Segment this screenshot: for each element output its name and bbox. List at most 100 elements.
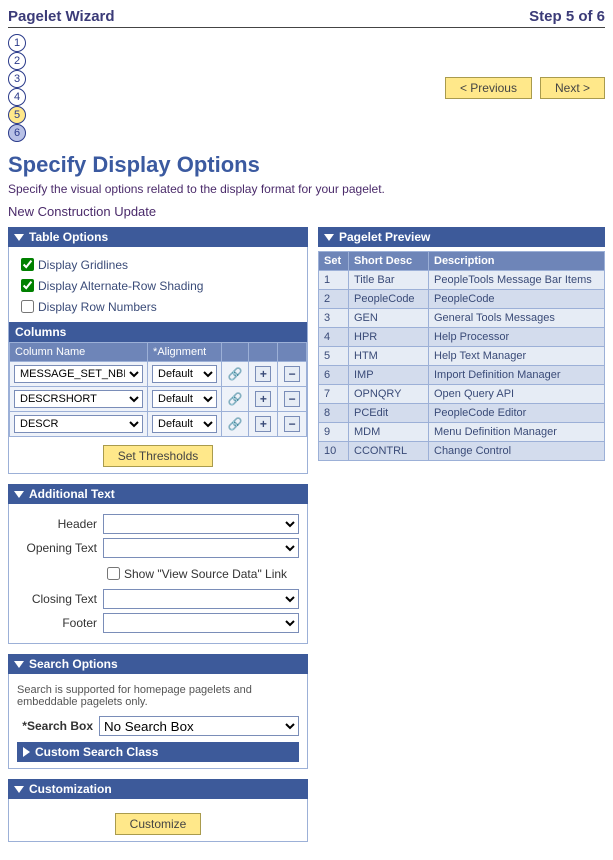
preview-cell-desc: Open Query API: [429, 385, 605, 404]
custom-search-class-label: Custom Search Class: [35, 745, 158, 759]
display-altrow-checkbox[interactable]: [21, 279, 34, 292]
preview-row: 3GENGeneral Tools Messages: [319, 309, 605, 328]
footer-select[interactable]: [103, 613, 299, 633]
search-options-heading: Search Options: [29, 657, 118, 671]
preview-col-short[interactable]: Short Desc: [349, 252, 429, 271]
preview-cell-short: OPNQRY: [349, 385, 429, 404]
footer-label: Footer: [17, 616, 97, 630]
display-gridlines-row[interactable]: Display Gridlines: [17, 255, 299, 274]
preview-table: Set Short Desc Description 1Title BarPeo…: [318, 251, 605, 461]
preview-cell-desc: Menu Definition Manager: [429, 423, 605, 442]
preview-cell-short: CCONTRL: [349, 442, 429, 461]
preview-cell-set: 6: [319, 366, 349, 385]
preview-col-desc[interactable]: Description: [429, 252, 605, 271]
add-row-button[interactable]: +: [255, 391, 271, 407]
next-button[interactable]: Next >: [540, 77, 605, 99]
delete-row-button[interactable]: −: [284, 391, 300, 407]
preview-row: 9MDMMenu Definition Manager: [319, 423, 605, 442]
pagelet-preview-header[interactable]: Pagelet Preview: [318, 227, 605, 247]
preview-row: 6IMPImport Definition Manager: [319, 366, 605, 385]
column-name-header[interactable]: Column Name: [10, 343, 148, 362]
preview-cell-desc: Change Control: [429, 442, 605, 461]
header-label: Header: [17, 517, 97, 531]
column-row: MESSAGE_SET_NBR Default 🔗 +−: [10, 362, 307, 387]
preview-cell-short: PCEdit: [349, 404, 429, 423]
column-name-select[interactable]: DESCR: [14, 415, 143, 433]
previous-button[interactable]: < Previous: [445, 77, 532, 99]
search-options-header[interactable]: Search Options: [8, 654, 308, 674]
column-name-select[interactable]: MESSAGE_SET_NBR: [14, 365, 143, 383]
delete-row-button[interactable]: −: [284, 416, 300, 432]
preview-row: 1Title BarPeopleTools Message Bar Items: [319, 271, 605, 290]
preview-cell-short: Title Bar: [349, 271, 429, 290]
display-gridlines-checkbox[interactable]: [21, 258, 34, 271]
header-select[interactable]: [103, 514, 299, 534]
additional-text-header[interactable]: Additional Text: [8, 484, 308, 504]
display-altrow-row[interactable]: Display Alternate-Row Shading: [17, 276, 299, 295]
preview-row: 4HPRHelp Processor: [319, 328, 605, 347]
del-col-header: [278, 343, 307, 362]
table-options-header[interactable]: Table Options: [8, 227, 308, 247]
set-thresholds-button[interactable]: Set Thresholds: [103, 445, 214, 467]
custom-search-class-bar[interactable]: Custom Search Class: [17, 742, 299, 762]
preview-cell-desc: Help Text Manager: [429, 347, 605, 366]
alignment-select[interactable]: Default: [152, 415, 217, 433]
link-icon[interactable]: 🔗: [228, 367, 243, 381]
columns-heading: Columns: [9, 322, 307, 342]
preview-cell-desc: General Tools Messages: [429, 309, 605, 328]
preview-cell-desc: Import Definition Manager: [429, 366, 605, 385]
preview-cell-set: 8: [319, 404, 349, 423]
customize-button[interactable]: Customize: [115, 813, 202, 835]
table-options-heading: Table Options: [29, 230, 108, 244]
preview-cell-short: PeopleCode: [349, 290, 429, 309]
alignment-header[interactable]: *Alignment: [148, 343, 222, 362]
customization-header[interactable]: Customization: [8, 779, 308, 799]
add-row-button[interactable]: +: [255, 416, 271, 432]
preview-cell-short: HPR: [349, 328, 429, 347]
search-box-select[interactable]: No Search Box: [99, 716, 299, 736]
add-row-button[interactable]: +: [255, 366, 271, 382]
wizard-step-4[interactable]: 4: [8, 88, 26, 106]
columns-grid: Column Name *Alignment MESSAGE_SET_NBR De…: [9, 342, 307, 437]
preview-row: 2PeopleCodePeopleCode: [319, 290, 605, 309]
display-rownum-checkbox[interactable]: [21, 300, 34, 313]
additional-text-heading: Additional Text: [29, 487, 115, 501]
link-col-header: [221, 343, 249, 362]
opening-text-select[interactable]: [103, 538, 299, 558]
link-icon[interactable]: 🔗: [228, 417, 243, 431]
alignment-select[interactable]: Default: [152, 390, 217, 408]
page-subtitle: New Construction Update: [8, 204, 156, 219]
preview-row: 10CCONTRLChange Control: [319, 442, 605, 461]
wizard-step-2[interactable]: 2: [8, 52, 26, 70]
add-col-header: [249, 343, 278, 362]
display-rownum-row[interactable]: Display Row Numbers: [17, 297, 299, 316]
show-view-source-checkbox[interactable]: [107, 567, 120, 580]
preview-cell-set: 5: [319, 347, 349, 366]
preview-cell-set: 4: [319, 328, 349, 347]
preview-cell-desc: PeopleCode Editor: [429, 404, 605, 423]
wizard-step-1[interactable]: 1: [8, 34, 26, 52]
column-row: DESCRSHORT Default 🔗 +−: [10, 387, 307, 412]
preview-col-set[interactable]: Set: [319, 252, 349, 271]
delete-row-button[interactable]: −: [284, 366, 300, 382]
preview-row: 5HTMHelp Text Manager: [319, 347, 605, 366]
alignment-select[interactable]: Default: [152, 365, 217, 383]
link-icon[interactable]: 🔗: [228, 392, 243, 406]
opening-text-label: Opening Text: [17, 541, 97, 555]
collapse-icon: [14, 786, 24, 793]
customization-heading: Customization: [29, 782, 112, 796]
preview-cell-set: 9: [319, 423, 349, 442]
show-view-source-row[interactable]: Show "View Source Data" Link: [103, 564, 287, 583]
page-description: Specify the visual options related to th…: [8, 182, 605, 196]
wizard-step-3[interactable]: 3: [8, 70, 26, 88]
preview-cell-short: IMP: [349, 366, 429, 385]
closing-text-select[interactable]: [103, 589, 299, 609]
wizard-step-5[interactable]: 5: [8, 106, 26, 124]
customization-panel: Customization Customize: [8, 779, 308, 842]
wizard-step-6[interactable]: 6: [8, 124, 26, 142]
search-options-panel: Search Options Search is supported for h…: [8, 654, 308, 769]
preview-cell-set: 3: [319, 309, 349, 328]
expand-icon: [23, 747, 30, 757]
column-name-select[interactable]: DESCRSHORT: [14, 390, 143, 408]
page-header-step: Step 5 of 6: [529, 8, 605, 25]
